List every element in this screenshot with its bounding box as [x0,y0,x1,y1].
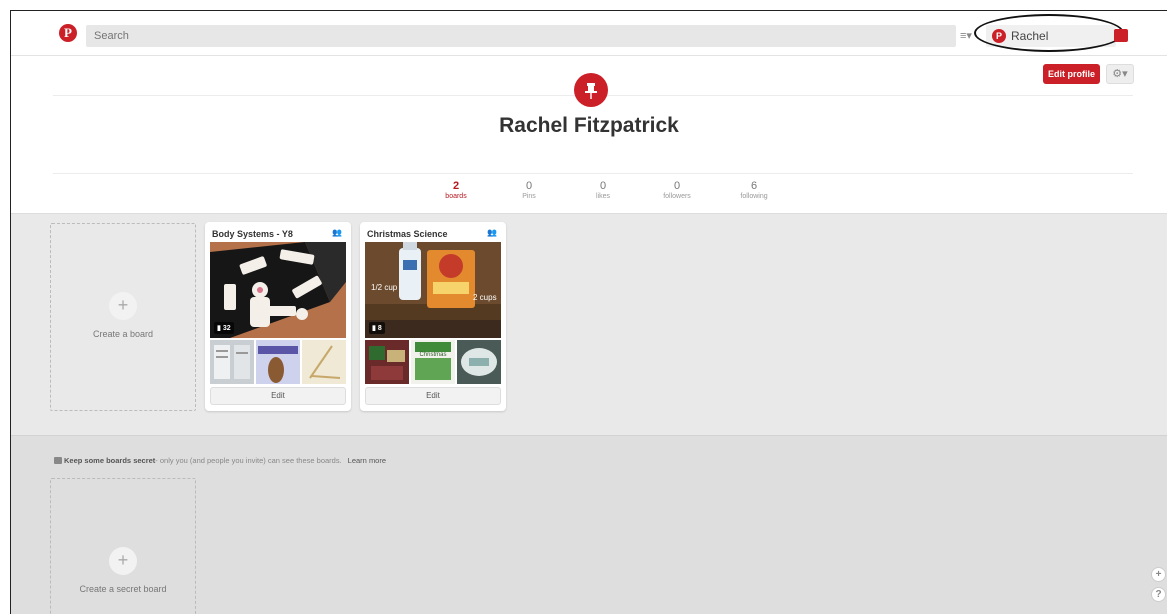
edit-board-button[interactable]: Edit [365,387,501,405]
create-secret-board-label: Create a secret board [79,584,167,594]
pin-count: 32 [222,325,231,332]
pushpin-icon [585,83,597,100]
top-bar: P ≡▾ P Rachel [11,11,1167,56]
cover-text: 1/2 cup [371,283,398,292]
cover-text-right: 2 cups [473,293,497,302]
divider [53,173,1133,174]
secret-note-text: - only you (and people you invite) can s… [155,456,342,465]
pinterest-logo-icon[interactable]: P [59,24,77,42]
board-thumbnails [210,340,346,384]
profile-name: Rachel Fitzpatrick [499,114,679,137]
stat-following[interactable]: 6 following [724,180,784,200]
board-card-christmas-science[interactable]: Christmas Science 👥 1/2 cup 2 cups ▮ 8 C… [360,222,506,411]
create-secret-board-button[interactable]: + Create a secret board [50,478,196,614]
stat-pins[interactable]: 0 Pins [499,180,559,200]
stat-count: 0 [525,180,533,192]
notifications-icon[interactable] [1114,29,1128,42]
stat-label: Pins [522,193,536,200]
learn-more-link[interactable]: Learn more [348,456,386,465]
board-title: Body Systems - Y8 [212,229,293,239]
settings-gear-icon[interactable]: ⚙▾ [1106,64,1134,84]
thumbnail-image [210,340,254,384]
lock-icon [54,457,62,464]
highlight-ellipse [974,14,1124,52]
pin-count-badge: ▮ 8 [369,322,385,334]
secret-note-bold: Keep some boards secret [64,456,156,465]
pushpin-icon: ▮ [372,325,376,332]
create-board-label: Create a board [92,329,154,339]
stat-label: boards [445,193,467,200]
board-cover-image: 1/2 cup 2 cups ▮ 8 [365,242,501,338]
help-icon[interactable]: ? [1151,587,1166,602]
edit-profile-button[interactable]: Edit profile [1043,64,1100,84]
boards-section: + Create a board Body Systems - Y8 👥 ▮ 3… [11,213,1167,435]
thumbnail-caption-text: Christmas [419,352,446,358]
profile-stats: 2 boards 0 Pins 0 likes 0 followers 6 fo… [401,180,781,210]
thumbnail-image [365,340,409,384]
search-input[interactable] [86,25,956,47]
stat-count: 6 [750,180,758,192]
create-board-button[interactable]: + Create a board [50,223,196,411]
thumbnail-image [302,340,346,384]
thumbnail-image [256,340,300,384]
profile-avatar [574,73,608,107]
secret-boards-section: Keep some boards secret- only you (and p… [11,435,1167,614]
stat-label: likes [595,193,610,200]
secret-boards-note: Keep some boards secret- only you (and p… [54,456,386,465]
collaborators-icon: 👥 [332,228,342,237]
thumbnail-caption: Christmas [419,352,446,358]
pin-count: 8 [377,325,382,332]
stat-count: 0 [599,180,607,192]
stat-boards[interactable]: 2 boards [426,180,486,200]
board-cover-image: ▮ 32 [210,242,346,338]
edit-board-button[interactable]: Edit [210,387,346,405]
thumbnail-image: Christmas [411,340,455,384]
stat-count: 0 [673,180,681,192]
cover-text-left: 1/2 cup [371,283,398,292]
stat-followers[interactable]: 0 followers [647,180,707,200]
browser-frame: P ≡▾ P Rachel Edit profile ⚙▾ Rachel Fit… [10,10,1167,614]
stat-count: 2 [452,180,460,192]
menu-icon[interactable]: ≡▾ [956,25,976,47]
pin-count-badge: ▮ 32 [214,322,234,334]
thumbnail-image [457,340,501,384]
search-box[interactable] [86,25,956,47]
cover-text: 2 cups [473,293,497,302]
plus-icon: + [109,547,137,575]
stat-likes[interactable]: 0 likes [573,180,633,200]
board-title: Christmas Science [367,229,448,239]
board-thumbnails: Christmas [365,340,501,384]
plus-icon: + [109,292,137,320]
collaborators-icon: 👥 [487,228,497,237]
stat-label: followers [663,193,691,200]
add-pin-icon[interactable]: + [1151,567,1166,582]
board-card-body-systems[interactable]: Body Systems - Y8 👥 ▮ 32 Edit [205,222,351,411]
stat-label: following [740,193,768,200]
pushpin-icon: ▮ [217,325,221,332]
